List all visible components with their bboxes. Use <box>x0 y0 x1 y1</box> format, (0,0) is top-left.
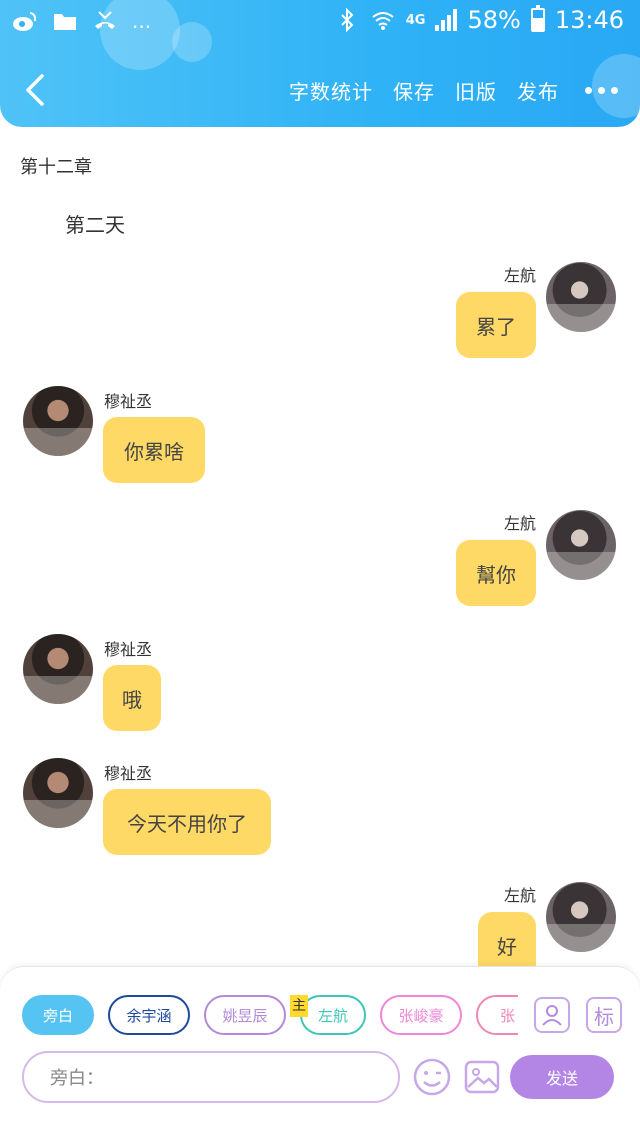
message-bubble[interactable]: 你累啥 <box>103 417 205 483</box>
avatar[interactable] <box>546 882 616 952</box>
speaker-name: 左航 <box>503 886 536 905</box>
weibo-icon <box>12 8 38 34</box>
battery-percent: 58% <box>467 6 521 34</box>
role-chip[interactable]: 旁白 <box>22 995 94 1035</box>
role-chip[interactable]: 余宇涵 <box>108 995 190 1035</box>
avatar[interactable] <box>546 262 616 332</box>
battery-icon <box>530 5 545 32</box>
network-type: 4G <box>405 12 426 28</box>
role-selector: 旁白 余宇涵 姚昱辰 主 左航 张峻豪 张 <box>22 995 518 1039</box>
role-chip[interactable]: 张峻豪 <box>380 995 462 1035</box>
speaker-name: 左航 <box>503 514 536 533</box>
chapter-title: 第十二章 <box>20 157 92 178</box>
role-chip[interactable]: 张 <box>476 995 518 1035</box>
speaker-name: 左航 <box>503 266 536 285</box>
message-bubble[interactable]: 今天不用你了 <box>103 789 271 855</box>
user-icon <box>542 1005 562 1026</box>
nav-bar: 字数统计 保存 旧版 发布 <box>0 60 640 120</box>
word-count-button[interactable]: 字数统计 <box>289 76 373 105</box>
avatar[interactable] <box>23 634 93 704</box>
message-input[interactable]: 旁白： <box>22 1051 400 1103</box>
role-chip[interactable]: 左航 <box>300 995 366 1035</box>
message-bubble[interactable]: 哦 <box>103 665 161 731</box>
bluetooth-icon <box>334 7 360 33</box>
old-version-button[interactable]: 旧版 <box>455 76 497 105</box>
image-icon[interactable] <box>462 1057 502 1097</box>
publish-button[interactable]: 发布 <box>517 76 559 105</box>
role-chip[interactable]: 姚昱辰 <box>204 995 286 1035</box>
wifi-icon <box>370 7 396 33</box>
emoji-icon[interactable] <box>412 1057 452 1097</box>
speaker-name: 穆祉丞 <box>104 392 153 411</box>
speaker-name: 穆祉丞 <box>104 640 153 659</box>
speaker-name: 穆祉丞 <box>104 764 153 783</box>
clock: 13:46 <box>554 6 624 34</box>
avatar[interactable] <box>546 510 616 580</box>
character-manage-button[interactable] <box>534 997 570 1033</box>
message-bubble[interactable]: 幫你 <box>456 540 536 606</box>
signal-icon <box>435 9 458 31</box>
folder-icon <box>52 8 78 34</box>
save-button[interactable]: 保存 <box>393 76 435 105</box>
send-button[interactable]: 发送 <box>510 1055 614 1099</box>
input-panel: 旁白 余宇涵 姚昱辰 主 左航 张峻豪 张 标 旁白： 发送 <box>0 966 640 1138</box>
chevron-left-icon <box>26 74 44 106</box>
header: ... 4G 58% 13:46 字数统计 保存 旧版 发布 <box>0 0 640 127</box>
narration-text: 第二天 <box>65 213 125 237</box>
mark-button[interactable]: 标 <box>586 997 622 1033</box>
avatar[interactable] <box>23 758 93 828</box>
more-options-icon[interactable] <box>585 87 618 94</box>
host-tag: 主 <box>290 995 308 1017</box>
status-bar: ... 4G 58% 13:46 <box>0 0 640 44</box>
back-button[interactable] <box>18 70 58 110</box>
message-bubble[interactable]: 累了 <box>456 292 536 358</box>
missed-call-icon <box>92 8 118 34</box>
avatar[interactable] <box>23 386 93 456</box>
status-more: ... <box>132 9 152 33</box>
